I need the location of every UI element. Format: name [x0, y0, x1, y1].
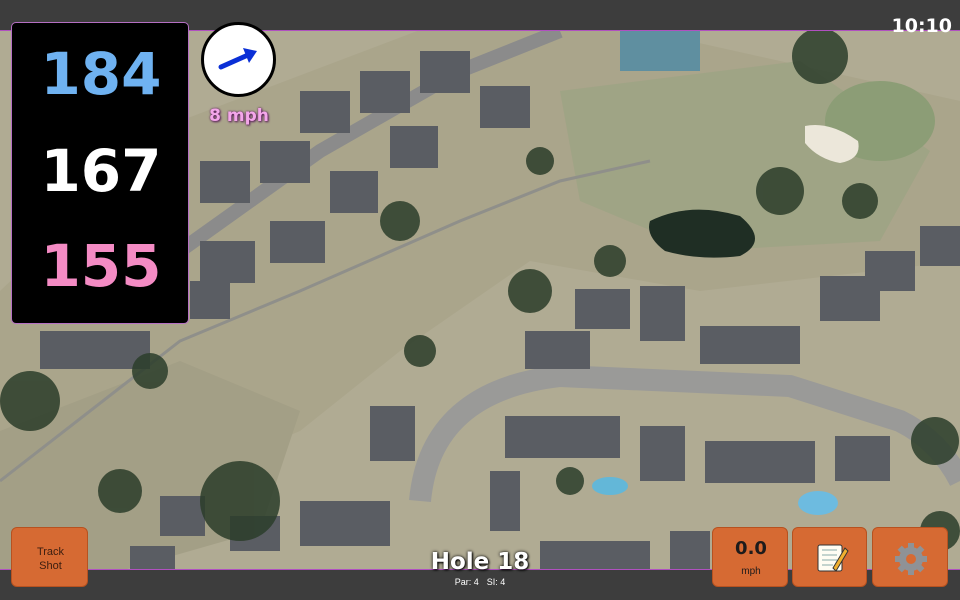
speed-unit: mph [741, 566, 761, 577]
wind-arrow-icon [218, 48, 257, 70]
hole-par: Par: 4 [454, 577, 479, 587]
track-shot-label-line1: Track [36, 546, 65, 558]
hole-title: Hole 18 [430, 549, 530, 575]
wind-direction-compass [201, 22, 276, 97]
back-distance: 184 [40, 40, 162, 108]
track-shot-label-line2: Shot [39, 560, 62, 572]
speed-button[interactable]: 0.0 mph [712, 527, 788, 587]
hole-stroke-index: SI: 4 [486, 577, 506, 587]
speed-value: 0.0 [735, 538, 767, 559]
settings-button[interactable] [872, 527, 948, 587]
status-clock: 10:10 [891, 15, 952, 37]
hole-meta: Par: 4 SI: 4 [400, 577, 560, 587]
notepad-icon [817, 544, 849, 572]
middle-distance: 167 [40, 137, 162, 205]
front-distance: 155 [40, 232, 162, 300]
gear-icon [895, 543, 927, 575]
track-shot-button[interactable]: Track Shot [11, 527, 88, 587]
notes-button[interactable] [792, 527, 867, 587]
distance-panel: 184 167 155 [11, 22, 189, 324]
wind-speed-label: 8 mph [209, 106, 269, 126]
